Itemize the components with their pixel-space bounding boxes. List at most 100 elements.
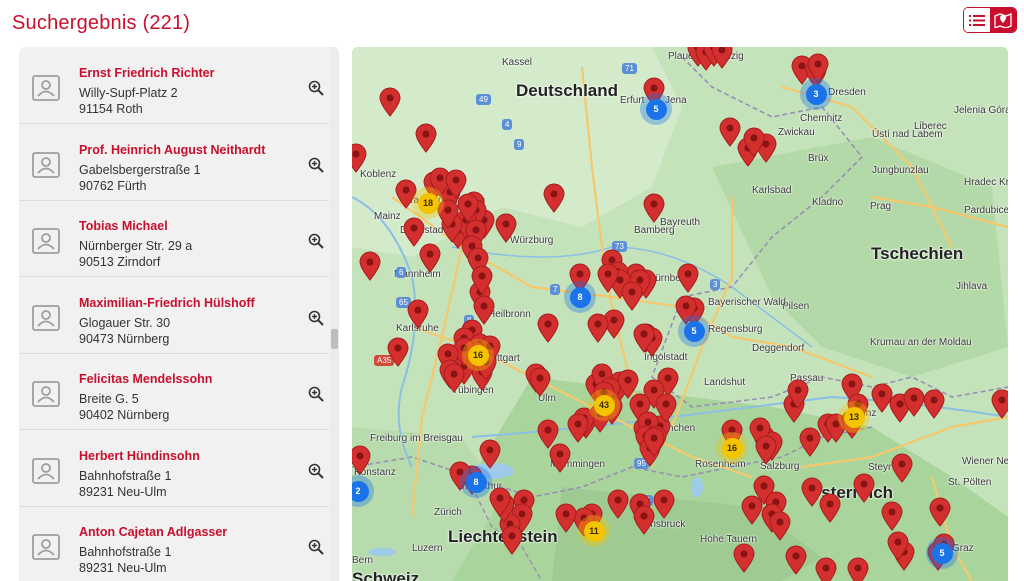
zoom-in-icon[interactable] bbox=[308, 310, 324, 326]
zoom-in-icon[interactable] bbox=[308, 386, 324, 402]
map-marker-pin-icon[interactable] bbox=[607, 489, 629, 519]
map-cluster-marker[interactable]: 18 bbox=[412, 187, 444, 219]
map-marker-pin-icon[interactable] bbox=[555, 503, 577, 533]
map-marker-pin-icon[interactable] bbox=[501, 525, 523, 555]
map-marker-pin-icon[interactable] bbox=[587, 313, 609, 343]
map-marker-pin-icon[interactable] bbox=[633, 323, 655, 353]
result-city: 89231 Neu-Ulm bbox=[79, 484, 167, 499]
map-marker-pin-icon[interactable] bbox=[891, 453, 913, 483]
map-cluster-marker[interactable]: 8 bbox=[460, 466, 492, 498]
map-marker-pin-icon[interactable] bbox=[903, 387, 925, 417]
map-marker-pin-icon[interactable] bbox=[352, 445, 371, 475]
map-marker-pin-icon[interactable] bbox=[387, 337, 409, 367]
map-marker-pin-icon[interactable] bbox=[537, 313, 559, 343]
map-marker-pin-icon[interactable] bbox=[403, 217, 425, 247]
map-marker-pin-icon[interactable] bbox=[643, 193, 665, 223]
map-marker-pin-icon[interactable] bbox=[529, 367, 551, 397]
result-city: 89231 Neu-Ulm bbox=[79, 561, 167, 575]
map-marker-pin-icon[interactable] bbox=[633, 505, 655, 535]
result-name[interactable]: Tobias Michael bbox=[79, 219, 168, 233]
map-cluster-marker[interactable]: 5 bbox=[926, 537, 958, 569]
map-cluster-marker[interactable]: 16 bbox=[462, 339, 494, 371]
map-marker-pin-icon[interactable] bbox=[755, 435, 777, 465]
map-marker-pin-icon[interactable] bbox=[419, 243, 441, 273]
map-marker-pin-icon[interactable] bbox=[743, 127, 765, 157]
result-list-item[interactable]: Tobias Michael Nürnberger Str. 29 a 90513 … bbox=[19, 200, 329, 277]
map-marker-pin-icon[interactable] bbox=[787, 379, 809, 409]
map-marker-pin-icon[interactable] bbox=[359, 251, 381, 281]
map-view-button[interactable] bbox=[990, 8, 1016, 32]
map-marker-pin-icon[interactable] bbox=[785, 545, 807, 575]
map-marker-pin-icon[interactable] bbox=[741, 495, 763, 525]
map-marker-pin-icon[interactable] bbox=[415, 123, 437, 153]
map-marker-pin-icon[interactable] bbox=[495, 213, 517, 243]
map-marker-pin-icon[interactable] bbox=[407, 299, 429, 329]
map-cluster-marker[interactable]: 16 bbox=[716, 432, 748, 464]
result-list-item[interactable]: Anton Cajetan Adlgasser Bahnhofstraße 1 89… bbox=[19, 506, 329, 581]
zoom-in-icon[interactable] bbox=[308, 157, 324, 173]
map-marker-pin-icon[interactable] bbox=[473, 295, 495, 325]
map-marker-pin-icon[interactable] bbox=[769, 511, 791, 541]
map-marker-pin-icon[interactable] bbox=[881, 501, 903, 531]
zoom-in-icon[interactable] bbox=[308, 463, 324, 479]
map-cluster-marker[interactable]: 43 bbox=[588, 389, 620, 421]
map-marker-pin-icon[interactable] bbox=[733, 543, 755, 573]
result-name[interactable]: Anton Cajetan Adlgasser bbox=[79, 525, 227, 539]
map-cluster-marker[interactable]: 5 bbox=[678, 315, 710, 347]
map-cluster-marker[interactable]: 13 bbox=[838, 401, 870, 433]
result-list-item[interactable]: Maximilian-Friedrich Hülshoff Glogauer St… bbox=[19, 277, 329, 354]
road-number-label: 7 bbox=[550, 284, 561, 295]
result-street: Glogauer Str. 30 bbox=[79, 315, 171, 330]
map-marker-pin-icon[interactable] bbox=[887, 531, 909, 561]
result-name[interactable]: Felicitas Mendelssohn bbox=[79, 372, 212, 386]
result-city: 90473 Nürnberg bbox=[79, 331, 170, 346]
city-label: Krumau an der Moldau bbox=[870, 337, 972, 348]
result-list-item[interactable]: Ernst Friedrich Richter Willy-Supf-Platz … bbox=[19, 47, 329, 124]
map-marker-pin-icon[interactable] bbox=[677, 263, 699, 293]
result-list-item[interactable]: Prof. Heinrich August Neithardt Gabelsber… bbox=[19, 124, 329, 201]
map-marker-pin-icon[interactable] bbox=[352, 143, 367, 173]
result-name[interactable]: Prof. Heinrich August Neithardt bbox=[79, 143, 265, 157]
zoom-in-icon[interactable] bbox=[308, 233, 324, 249]
road-number-label: 71 bbox=[622, 63, 637, 74]
city-label: Liberec bbox=[914, 121, 947, 132]
map-marker-pin-icon[interactable] bbox=[711, 47, 733, 69]
map-marker-pin-icon[interactable] bbox=[489, 487, 511, 517]
map-marker-pin-icon[interactable] bbox=[443, 363, 465, 393]
map-marker-pin-icon[interactable] bbox=[653, 489, 675, 519]
result-name[interactable]: Herbert Hündinsohn bbox=[79, 449, 200, 463]
map-cluster-marker[interactable]: 11 bbox=[578, 515, 610, 547]
map-cluster-marker[interactable]: 5 bbox=[640, 93, 672, 125]
map-marker-pin-icon[interactable] bbox=[471, 265, 493, 295]
result-name[interactable]: Ernst Friedrich Richter bbox=[79, 66, 214, 80]
city-label: Mainz bbox=[374, 211, 401, 222]
map-marker-pin-icon[interactable] bbox=[379, 87, 401, 117]
scrollbar-thumb[interactable] bbox=[331, 329, 338, 349]
map-marker-pin-icon[interactable] bbox=[929, 497, 951, 527]
city-label: Zürich bbox=[434, 507, 462, 518]
map-marker-pin-icon[interactable] bbox=[549, 443, 571, 473]
map-marker-pin-icon[interactable] bbox=[621, 281, 643, 311]
result-list-item[interactable]: Felicitas Mendelssohn Breite G. 5 90402 Nü… bbox=[19, 353, 329, 430]
map-marker-pin-icon[interactable] bbox=[853, 473, 875, 503]
map-view[interactable]: DeutschlandTschechienÖsterreichLiechtens… bbox=[352, 47, 1008, 581]
map-marker-pin-icon[interactable] bbox=[923, 389, 945, 419]
results-scrollbar[interactable] bbox=[330, 47, 339, 581]
avatar-placeholder-icon bbox=[32, 304, 60, 331]
map-marker-pin-icon[interactable] bbox=[815, 557, 837, 581]
map-marker-pin-icon[interactable] bbox=[643, 427, 665, 457]
city-label: Kladno bbox=[812, 197, 844, 208]
result-list-item[interactable]: Herbert Hündinsohn Bahnhofstraße 1 89231 N… bbox=[19, 430, 329, 507]
map-marker-pin-icon[interactable] bbox=[991, 389, 1008, 419]
map-cluster-marker[interactable]: 3 bbox=[800, 78, 832, 110]
zoom-in-icon[interactable] bbox=[308, 539, 324, 555]
map-marker-pin-icon[interactable] bbox=[801, 477, 823, 507]
list-view-button[interactable] bbox=[964, 8, 990, 32]
map-marker-pin-icon[interactable] bbox=[567, 413, 589, 443]
map-marker-pin-icon[interactable] bbox=[597, 263, 619, 293]
map-marker-pin-icon[interactable] bbox=[847, 557, 869, 581]
map-marker-pin-icon[interactable] bbox=[543, 183, 565, 213]
map-cluster-marker[interactable]: 8 bbox=[564, 281, 596, 313]
result-name[interactable]: Maximilian-Friedrich Hülshoff bbox=[79, 296, 255, 310]
zoom-in-icon[interactable] bbox=[308, 80, 324, 96]
